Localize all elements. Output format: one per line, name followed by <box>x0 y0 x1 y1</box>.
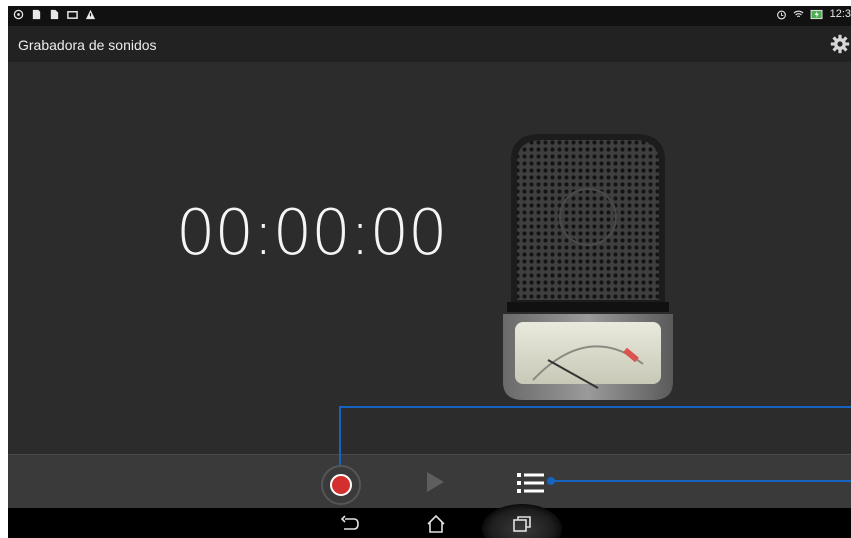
navigation-bar <box>8 504 851 538</box>
screen-icon <box>67 11 78 19</box>
home-icon[interactable] <box>425 514 447 534</box>
timer-display: 00:00:00 <box>176 196 447 269</box>
alarm-icon <box>776 10 786 19</box>
settings-cog-icon <box>13 9 24 20</box>
back-icon[interactable] <box>339 514 361 534</box>
microphone-vu-meter-icon <box>503 134 673 400</box>
app-title: Grabadora de sonidos <box>18 37 157 53</box>
callout-line <box>339 406 341 474</box>
warning-icon <box>85 9 96 20</box>
wifi-icon <box>793 10 804 17</box>
recent-apps-icon[interactable] <box>511 514 533 534</box>
record-button[interactable] <box>321 465 361 505</box>
app-bar: Grabadora de sonidos <box>8 26 851 62</box>
document-icon <box>50 9 59 20</box>
status-bar: 12:3 <box>8 6 851 26</box>
gear-icon[interactable] <box>829 33 851 55</box>
record-icon <box>330 474 352 496</box>
battery-charging-icon <box>810 9 823 19</box>
status-time: 12:3 <box>829 8 851 20</box>
callout-dot <box>547 477 555 485</box>
callout-line <box>551 480 851 482</box>
sd-card-icon <box>32 9 41 20</box>
screen: 12:3 Grabadora de sonidos 00:00:00 <box>8 6 851 538</box>
list-icon[interactable] <box>516 470 546 496</box>
callout-line <box>339 406 851 408</box>
play-icon[interactable] <box>424 470 446 494</box>
